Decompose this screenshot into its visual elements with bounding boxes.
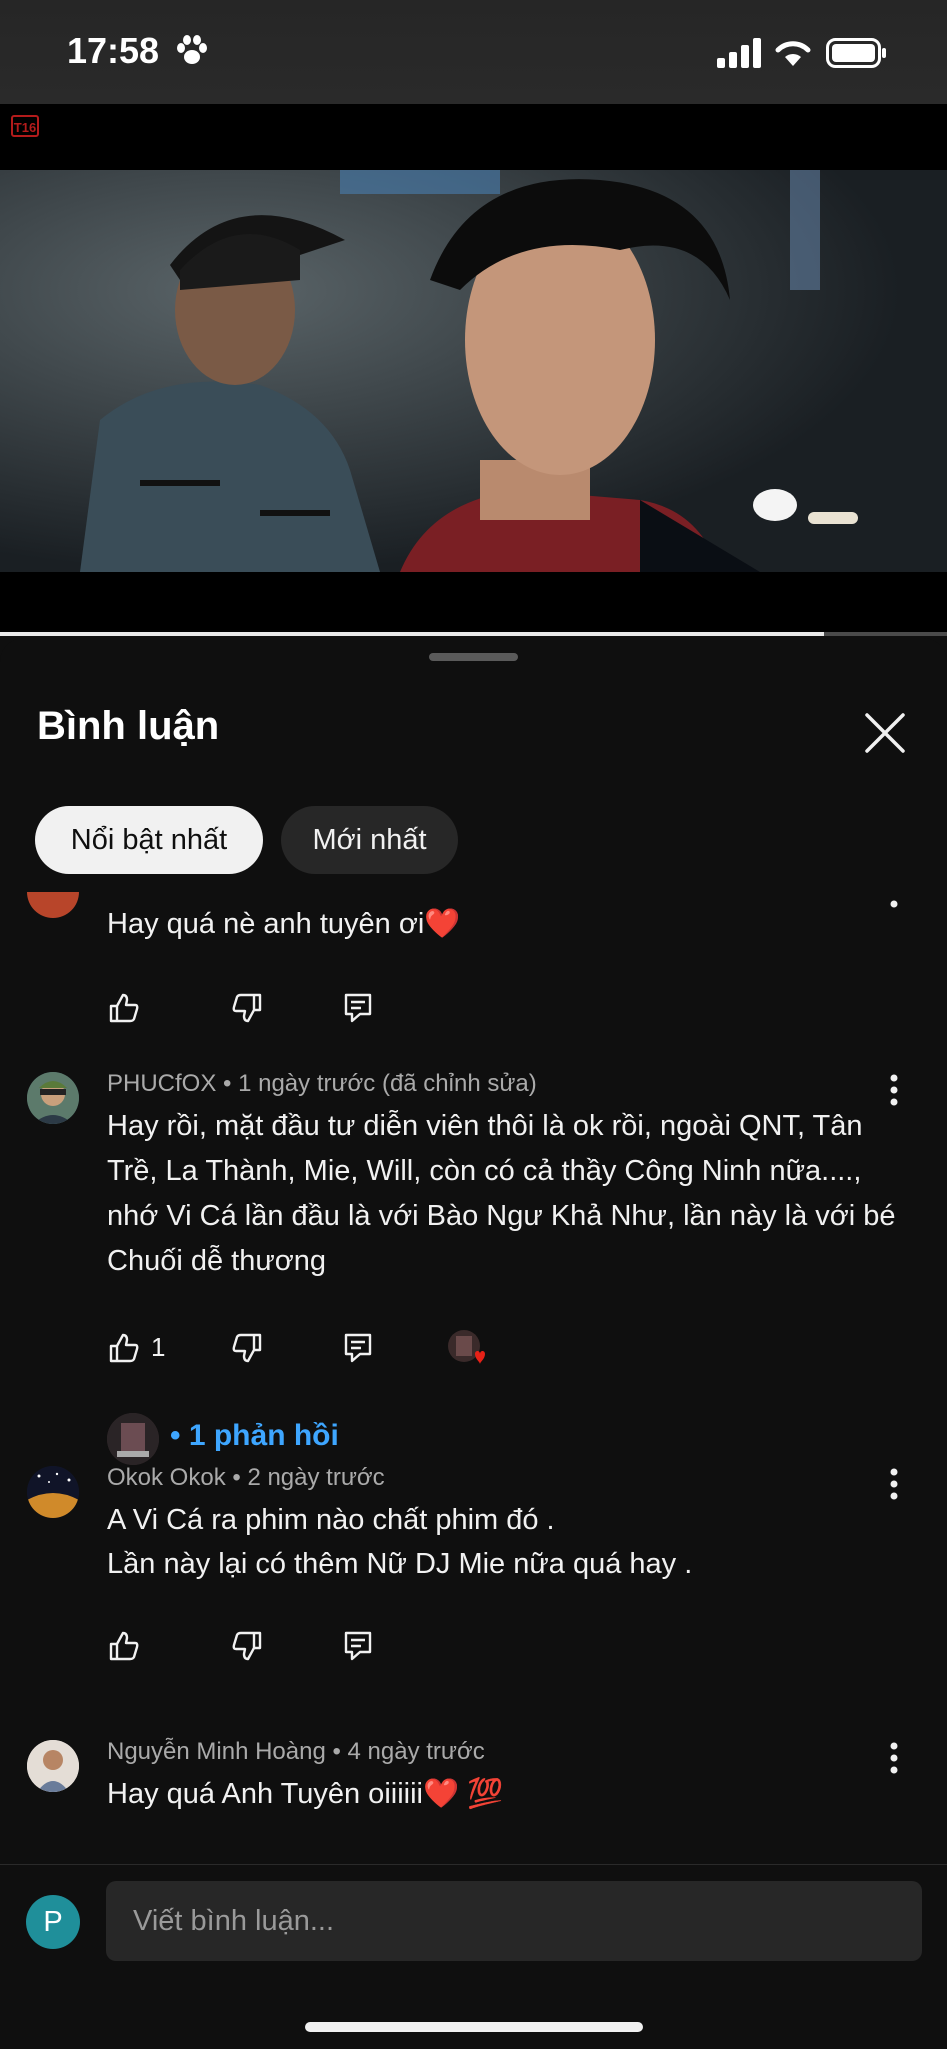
comment-input[interactable]	[106, 1881, 922, 1961]
filter-top-comments[interactable]: Nổi bật nhất	[35, 806, 263, 874]
dislike-icon[interactable]	[230, 1331, 264, 1365]
age-rating-badge: T16	[11, 115, 39, 137]
avatar[interactable]	[27, 1740, 79, 1792]
video-progress-bar[interactable]	[0, 632, 947, 636]
cellular-signal-icon	[717, 38, 761, 68]
dislike-icon[interactable]	[230, 1629, 264, 1663]
comment-meta: Okok Okok • 2 ngày trước	[107, 1464, 385, 1491]
comment-meta: PHUCfOX • 1 ngày trước (đã chỉnh sửa)	[107, 1070, 537, 1097]
reply-icon[interactable]	[341, 1629, 375, 1663]
video-frame[interactable]	[0, 170, 947, 572]
home-indicator[interactable]	[305, 2022, 643, 2032]
paw-icon	[177, 35, 207, 64]
comments-sheet: Bình luận Nổi bật nhất Mới nhất Hay quá …	[0, 638, 947, 2048]
comment-text: Hay quá nè anh tuyên ơi❤️	[107, 908, 461, 940]
status-time: 17:58	[67, 30, 160, 71]
avatar-image	[107, 1413, 159, 1465]
avatar[interactable]	[27, 1072, 79, 1124]
comment-list: Hay quá nè anh tuyên ơi❤️ PHUCfOX • 1 ng…	[0, 892, 947, 1952]
close-icon[interactable]	[860, 708, 910, 758]
comment-composer: P	[0, 1864, 947, 2049]
reply-icon[interactable]	[341, 991, 375, 1025]
status-bar: 17:58	[0, 0, 947, 104]
creator-heart-icon	[448, 1330, 485, 1364]
video-progress-fill	[0, 632, 824, 636]
like-icon[interactable]	[107, 1629, 141, 1663]
drag-handle[interactable]	[429, 653, 518, 661]
comment-text: Hay rồi, mặt đầu tư diễn viên thôi là ok…	[107, 1110, 896, 1277]
current-user-avatar[interactable]: P	[26, 1895, 80, 1949]
view-replies-link[interactable]: • 1 phản hồi	[170, 1419, 339, 1453]
like-icon[interactable]	[107, 1331, 141, 1365]
filter-newest[interactable]: Mới nhất	[281, 806, 458, 874]
like-icon[interactable]	[107, 991, 141, 1025]
comment-meta: Nguyễn Minh Hoàng • 4 ngày trước	[107, 1738, 485, 1765]
comment-text: Hay quá Anh Tuyên oiiiiii❤️ 💯	[107, 1778, 504, 1810]
comment-text-line: Lần này lại có thêm Nữ DJ Mie nữa quá ha…	[107, 1548, 693, 1580]
reply-avatar[interactable]	[107, 1413, 159, 1465]
avatar[interactable]	[27, 892, 79, 918]
avatar-image	[27, 1740, 79, 1792]
like-count: 1	[151, 1332, 166, 1362]
sheet-title: Bình luận	[37, 704, 220, 748]
avatar-image	[27, 1072, 79, 1124]
reply-icon[interactable]	[341, 1331, 375, 1365]
wifi-icon	[775, 41, 811, 66]
avatar-image	[27, 1466, 79, 1518]
comment-text-line: A Vi Cá ra phim nào chất phim đó .	[107, 1504, 555, 1536]
battery-icon	[826, 38, 886, 68]
avatar[interactable]	[27, 1466, 79, 1518]
dislike-icon[interactable]	[230, 991, 264, 1025]
video-scene-image	[0, 170, 947, 572]
